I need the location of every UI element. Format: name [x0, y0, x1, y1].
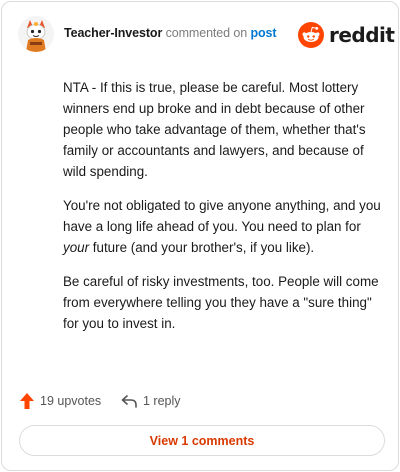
reddit-wordmark: reddit [329, 23, 395, 47]
comment-paragraph: NTA - If this is true, please be careful… [63, 80, 366, 179]
post-link[interactable]: post [250, 26, 276, 40]
comment-body: NTA - If this is true, please be careful… [63, 77, 383, 347]
reply-button[interactable]: 1 reply [121, 391, 181, 411]
upvote-button[interactable]: 19 upvotes [20, 391, 101, 411]
comment-card: Teacher-Investor commented on post reddi… [1, 1, 399, 471]
reply-arrow-icon [121, 395, 137, 408]
username-link[interactable]: Teacher-Investor [64, 26, 162, 40]
reply-count: 1 reply [143, 394, 181, 408]
upvote-arrow-icon [20, 393, 34, 409]
commented-on-text: commented on [165, 26, 248, 40]
comment-paragraph: You're not obligated to give anyone anyt… [63, 195, 383, 258]
comment-attribution: Teacher-Investor commented on post [64, 26, 277, 40]
snoo-avatar-icon [18, 16, 54, 52]
reddit-logo[interactable]: reddit [298, 22, 395, 48]
comment-header: Teacher-Investor commented on post reddi… [18, 16, 395, 54]
paragraph-text: future (and your brother's, if you like)… [89, 240, 315, 255]
comment-paragraph: Be careful of risky investments, too. Pe… [63, 274, 379, 331]
emphasized-text: your [63, 240, 90, 255]
paragraph-text: You're not obligated to give anyone anyt… [63, 198, 381, 234]
view-comments-button[interactable]: View 1 comments [19, 425, 385, 456]
reddit-logo-icon [298, 22, 324, 48]
upvote-count: 19 upvotes [40, 394, 102, 408]
user-avatar[interactable] [18, 16, 54, 52]
